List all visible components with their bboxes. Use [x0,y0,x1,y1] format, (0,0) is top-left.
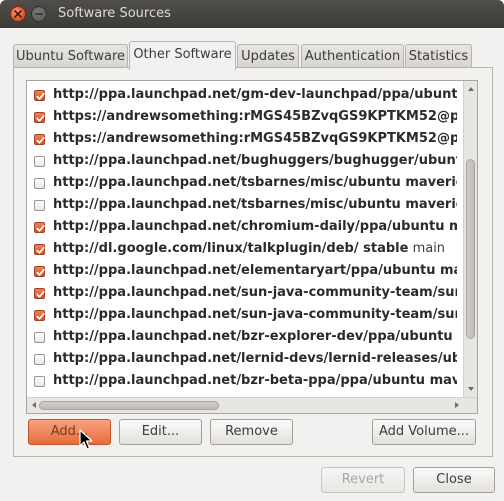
horizontal-scrollbar[interactable] [27,397,477,413]
tab-other-software[interactable]: Other Software [129,41,236,70]
checkmark-icon [36,290,45,298]
source-enabled-checkbox[interactable] [34,354,45,365]
source-enabled-checkbox[interactable] [34,134,45,145]
scroll-down-icon[interactable] [467,385,475,393]
horizontal-scroll-thumb[interactable] [39,401,219,410]
source-text: http://ppa.launchpad.net/gm-dev-launchpa… [53,84,457,106]
close-icon [14,10,22,18]
source-url: https://andrewsomething:rMGS45BZvqGS9KPT… [53,109,457,124]
source-text: http://ppa.launchpad.net/bughuggers/bugh… [53,150,457,172]
source-url: http://ppa.launchpad.net/sun-java-commun… [53,285,457,300]
source-row[interactable]: http://ppa.launchpad.net/sun-java-commun… [27,282,457,304]
tab-authentication[interactable]: Authentication [301,44,404,69]
source-row[interactable]: http://ppa.launchpad.net/lernid-devs/ler… [27,348,457,370]
checkmark-icon [36,312,45,320]
vertical-scrollbar[interactable] [463,81,477,397]
source-url: http://ppa.launchpad.net/tsbarnes/misc/u… [53,175,457,190]
source-row[interactable]: http://ppa.launchpad.net/bughuggers/bugh… [27,150,457,172]
source-text: http://ppa.launchpad.net/lernid-devs/ler… [53,348,457,370]
scroll-left-icon[interactable] [30,401,38,409]
add-button[interactable]: Add... [28,419,111,445]
source-row[interactable]: https://andrewsomething:rMGS45BZvqGS9KPT… [27,128,457,150]
source-url: http://ppa.launchpad.net/bzr-beta-ppa/pp… [53,373,457,388]
source-enabled-checkbox[interactable] [34,288,45,299]
source-enabled-checkbox[interactable] [34,112,45,123]
sources-list[interactable]: http://ppa.launchpad.net/gm-dev-launchpa… [26,80,478,414]
source-row[interactable]: http://ppa.launchpad.net/gm-dev-launchpa… [27,84,457,106]
edit-button[interactable]: Edit... [119,419,202,445]
source-row[interactable]: http://ppa.launchpad.net/elementaryart/p… [27,260,457,282]
checkmark-icon [36,136,45,144]
vertical-scroll-thumb[interactable] [466,159,475,339]
tab-updates[interactable]: Updates [237,44,299,69]
source-enabled-checkbox[interactable] [34,222,45,233]
source-text: http://ppa.launchpad.net/elementaryart/p… [53,260,457,282]
source-text: https://andrewsomething:rMGS45BZvqGS9KPT… [53,106,457,128]
revert-button[interactable]: Revert [321,467,405,493]
source-url: http://ppa.launchpad.net/elementaryart/p… [53,263,457,278]
checkmark-icon [36,92,45,100]
software-sources-window: Software Sources Ubuntu Software Other S… [0,0,504,501]
source-enabled-checkbox[interactable] [34,310,45,321]
source-text: http://ppa.launchpad.net/tsbarnes/misc/u… [53,172,457,194]
remove-button[interactable]: Remove [210,419,293,445]
source-row[interactable]: http://ppa.launchpad.net/bzr-beta-ppa/pp… [27,370,457,392]
source-url: http://ppa.launchpad.net/lernid-devs/ler… [53,351,457,366]
source-enabled-checkbox[interactable] [34,244,45,255]
source-text: http://dl.google.com/linux/talkplugin/de… [53,238,445,260]
source-url: http://ppa.launchpad.net/gm-dev-launchpa… [53,87,457,102]
source-row[interactable]: http://dl.google.com/linux/talkplugin/de… [27,238,457,260]
source-url: http://ppa.launchpad.net/tsbarnes/misc/u… [53,197,457,212]
source-enabled-checkbox[interactable] [34,376,45,387]
source-text: http://ppa.launchpad.net/sun-java-commun… [53,282,457,304]
source-enabled-checkbox[interactable] [34,200,45,211]
tab-ubuntu-software[interactable]: Ubuntu Software [13,44,128,69]
source-row[interactable]: http://ppa.launchpad.net/chromium-daily/… [27,216,457,238]
source-text: http://ppa.launchpad.net/tsbarnes/misc/u… [53,194,457,216]
close-button[interactable]: Close [413,467,495,493]
source-text: http://ppa.launchpad.net/sun-java-commun… [53,304,457,326]
scroll-up-icon[interactable] [467,85,475,93]
mouse-pointer-icon [79,429,93,450]
source-row[interactable]: http://ppa.launchpad.net/tsbarnes/misc/u… [27,194,457,216]
checkmark-icon [36,114,45,122]
checkmark-icon [36,268,45,276]
add-volume-button[interactable]: Add Volume... [372,419,476,445]
tab-statistics[interactable]: Statistics [405,44,472,69]
source-url: http://ppa.launchpad.net/bughuggers/bugh… [53,153,457,168]
minimize-window-button[interactable] [31,6,47,22]
source-text: http://ppa.launchpad.net/chromium-daily/… [53,216,457,238]
window-title: Software Sources [58,6,171,21]
source-text: http://ppa.launchpad.net/bzr-beta-ppa/pp… [53,370,457,392]
source-enabled-checkbox[interactable] [34,90,45,101]
minimize-icon [35,13,43,15]
source-row[interactable]: http://ppa.launchpad.net/tsbarnes/misc/u… [27,172,457,194]
checkmark-icon [36,224,45,232]
source-url: https://andrewsomething:rMGS45BZvqGS9KPT… [53,131,457,146]
source-text: http://ppa.launchpad.net/bzr-explorer-de… [53,326,457,348]
scroll-right-icon[interactable] [453,401,461,409]
source-url: http://ppa.launchpad.net/bzr-explorer-de… [53,329,457,344]
source-url: http://ppa.launchpad.net/sun-java-commun… [53,307,457,322]
source-row[interactable]: http://ppa.launchpad.net/bzr-explorer-de… [27,326,457,348]
source-enabled-checkbox[interactable] [34,156,45,167]
source-row[interactable]: https://andrewsomething:rMGS45BZvqGS9KPT… [27,106,457,128]
source-url: http://dl.google.com/linux/talkplugin/de… [53,241,409,256]
source-components: main [408,241,446,256]
checkmark-icon [36,246,45,254]
source-enabled-checkbox[interactable] [34,178,45,189]
source-row[interactable]: http://ppa.launchpad.net/sun-java-commun… [27,304,457,326]
source-enabled-checkbox[interactable] [34,332,45,343]
source-enabled-checkbox[interactable] [34,266,45,277]
source-url: http://ppa.launchpad.net/chromium-daily/… [53,219,457,234]
source-text: https://andrewsomething:rMGS45BZvqGS9KPT… [53,128,457,150]
title-bar[interactable]: Software Sources [0,0,504,28]
close-window-button[interactable] [10,6,26,22]
